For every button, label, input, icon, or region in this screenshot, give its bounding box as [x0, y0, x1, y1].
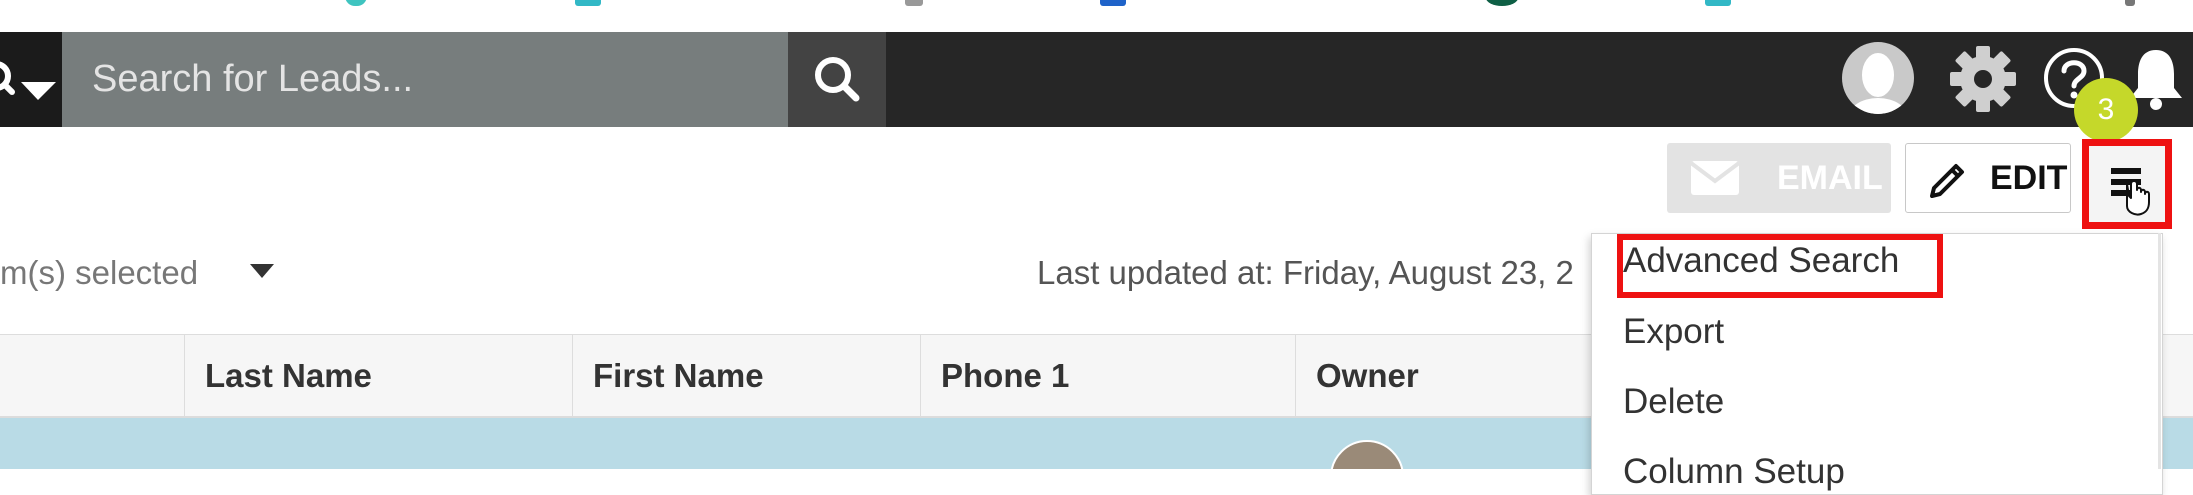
column-header-phone-1[interactable]: Phone 1 — [920, 335, 1295, 417]
bookmark-icon[interactable] — [575, 0, 601, 6]
search-input[interactable] — [62, 32, 788, 127]
search-scope-icon — [0, 61, 56, 100]
chevron-down-icon — [21, 82, 56, 100]
envelope-icon — [1689, 161, 1741, 195]
column-header-owner[interactable]: Owner — [1295, 335, 1595, 417]
user-avatar[interactable] — [1842, 42, 1914, 114]
search-scope-dropdown[interactable] — [0, 32, 62, 127]
owner-avatar — [1330, 440, 1404, 469]
caret-down-icon[interactable] — [248, 262, 276, 282]
column-header-first-name[interactable]: First Name — [572, 335, 920, 417]
bookmarks-bar — [0, 0, 2193, 32]
search-icon — [815, 57, 860, 102]
hand-cursor-icon — [2126, 180, 2150, 216]
top-navigation-bar — [0, 32, 2193, 127]
settings-button[interactable] — [1948, 44, 2018, 114]
edit-button[interactable]: EDIT — [1905, 143, 2071, 213]
search-button[interactable] — [788, 32, 886, 127]
advanced-search-highlight — [1617, 234, 1943, 298]
more-actions-menu-button[interactable] — [2082, 139, 2172, 229]
hamburger-menu-icon — [2111, 168, 2150, 216]
items-selected-text[interactable]: m(s) selected — [0, 254, 198, 292]
column-header-last-name[interactable]: Last Name — [184, 335, 572, 417]
menu-item-delete[interactable]: Delete — [1623, 382, 1724, 422]
menu-item-export[interactable]: Export — [1623, 312, 1724, 352]
email-button[interactable]: EMAIL — [1667, 143, 1891, 213]
user-silhouette-icon — [1848, 53, 1908, 114]
bookmark-icon[interactable] — [345, 0, 367, 6]
menu-item-column-setup[interactable]: Column Setup — [1623, 452, 1845, 492]
bookmark-icon[interactable] — [2125, 0, 2135, 6]
bookmark-icon[interactable] — [1486, 0, 1518, 6]
email-button-label: EMAIL — [1777, 158, 1883, 197]
last-updated-text: Last updated at: Friday, August 23, 2 — [1037, 254, 1574, 291]
pencil-icon — [1930, 164, 1964, 198]
notification-count-badge: 3 — [2074, 78, 2138, 142]
bookmark-icon[interactable] — [905, 0, 923, 6]
bookmark-icon[interactable] — [1100, 0, 1126, 6]
edit-button-label: EDIT — [1990, 158, 2068, 197]
bookmark-icon[interactable] — [1705, 0, 1731, 6]
gear-icon — [1950, 46, 2016, 112]
dropdown-scrollbar[interactable] — [2158, 233, 2161, 469]
